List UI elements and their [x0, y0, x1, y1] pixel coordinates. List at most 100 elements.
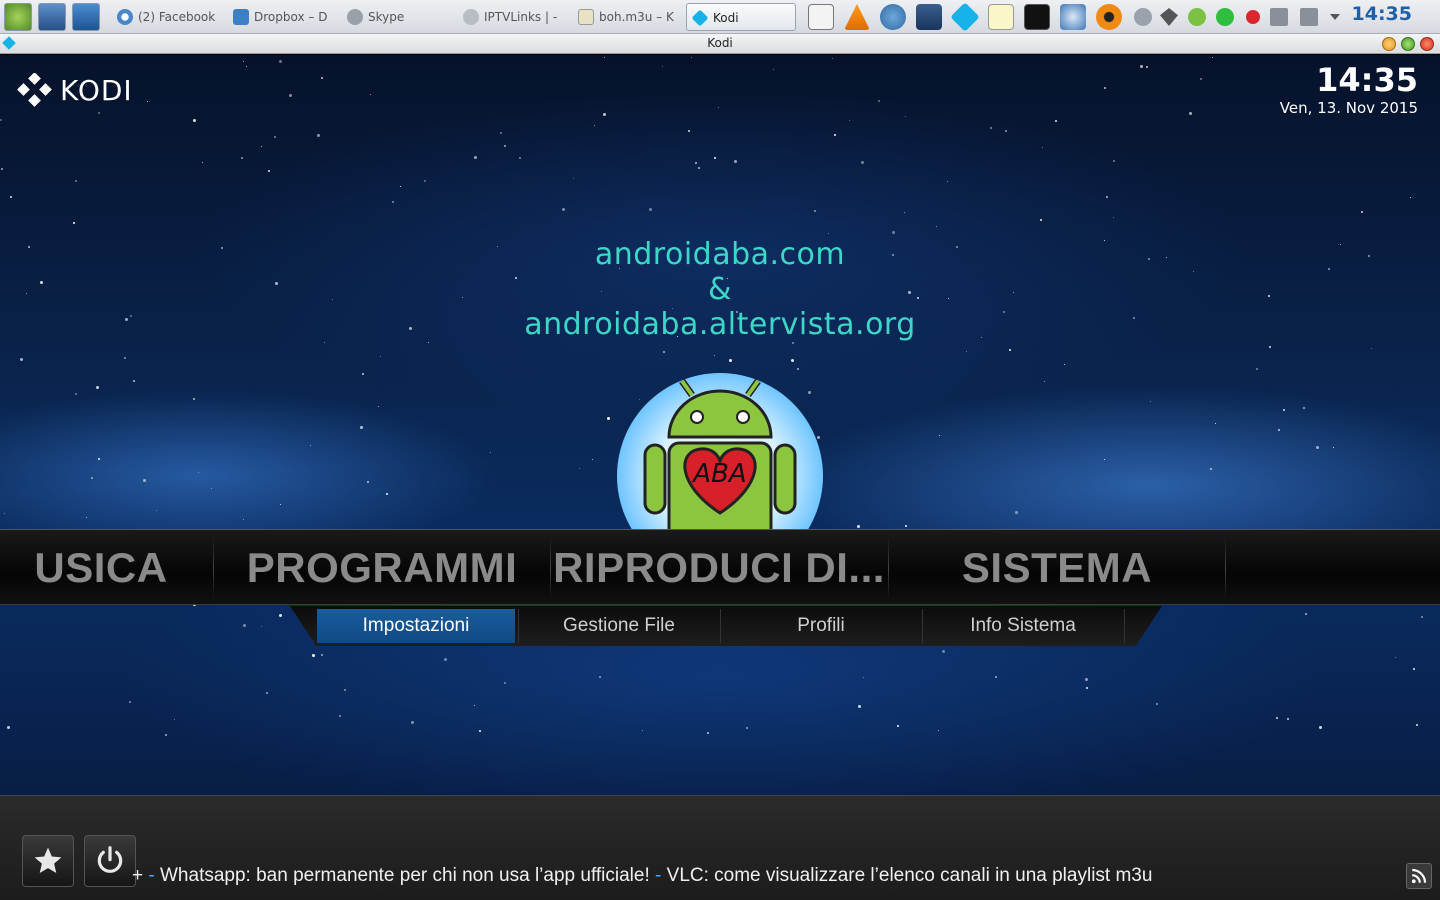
star-dot [173, 719, 175, 721]
star-dot [578, 468, 580, 470]
star-dot [1112, 160, 1115, 163]
star-dot [828, 232, 830, 234]
star-dot [518, 156, 521, 159]
task-iptvlinks[interactable]: IPTVLinks | - [458, 3, 563, 31]
star-dot [156, 510, 158, 512]
clock-date: Ven, 13. Nov 2015 [1279, 99, 1418, 117]
star-dot [86, 516, 88, 518]
maximize-button[interactable] [1401, 37, 1415, 51]
star-dot [861, 161, 865, 165]
star-dot [443, 657, 447, 661]
star-dot [7, 725, 11, 729]
star-dot [1315, 445, 1319, 449]
favourites-button[interactable] [22, 835, 74, 887]
star-dot [10, 195, 13, 198]
kodi-app: KODI 14:35 Ven, 13. Nov 2015 androidaba.… [0, 55, 1440, 900]
submenu-item-info-sistema[interactable]: Info Sistema [923, 609, 1123, 643]
star-dot [1256, 367, 1259, 370]
network-icon[interactable] [1300, 8, 1318, 26]
power-button[interactable] [84, 835, 136, 887]
star-dot [641, 730, 643, 732]
main-menu-item-riproduci-disco[interactable]: RIPRODUCI DI... [551, 530, 887, 606]
file-manager-icon[interactable] [72, 3, 100, 31]
star-dot [896, 725, 899, 728]
star-dot [489, 452, 491, 454]
dropbox-icon [233, 9, 249, 25]
main-menu-item-programmi[interactable]: PROGRAMMI [214, 530, 550, 606]
sync-icon[interactable] [1134, 8, 1152, 26]
star-icon [34, 847, 62, 873]
star-dot [904, 525, 907, 528]
kodi-tray-icon[interactable] [950, 2, 980, 32]
star-dot [1360, 210, 1363, 213]
dropbox-tray-icon[interactable] [1160, 8, 1178, 26]
submenu-item-impostazioni[interactable]: Impostazioni [317, 609, 515, 643]
chevron-down-icon[interactable] [1330, 14, 1340, 20]
star-dot [133, 379, 136, 382]
ticker-separator: - [148, 865, 155, 886]
star-dot [73, 221, 76, 224]
task-label: IPTVLinks | - [484, 10, 558, 24]
menu-divider [1225, 536, 1226, 600]
star-dot [1214, 422, 1216, 424]
main-menu-item-sistema[interactable]: SISTEMA [889, 530, 1225, 606]
aba-logo-text: ABA [693, 459, 747, 489]
star-dot [965, 351, 967, 353]
search-tool-icon[interactable] [1060, 4, 1086, 30]
mega-icon[interactable] [1246, 10, 1260, 24]
taskbar-clock[interactable]: 14:35 [1352, 3, 1412, 25]
notes-icon[interactable] [988, 4, 1014, 30]
star-dot [361, 373, 364, 376]
whatsapp-icon[interactable] [1216, 8, 1234, 26]
video-icon[interactable] [916, 4, 942, 30]
volume-icon[interactable] [1270, 8, 1288, 26]
window-title: Kodi [707, 36, 733, 50]
power-icon [97, 846, 123, 873]
star-dot [603, 56, 605, 58]
rss-icon[interactable] [1406, 863, 1432, 889]
kodi-logo-icon [17, 73, 52, 107]
star-dot [1113, 217, 1115, 219]
star-dot [848, 119, 850, 121]
star-dot [1305, 612, 1308, 615]
minimize-button[interactable] [1382, 37, 1396, 51]
vlc-icon[interactable] [844, 4, 870, 30]
star-dot [74, 180, 77, 183]
star-dot [1286, 718, 1289, 721]
notepad-icon[interactable] [808, 4, 834, 30]
rss-ticker[interactable]: + - Whatsapp: ban permanente per chi non… [132, 865, 1152, 887]
desktop-icon[interactable] [38, 3, 66, 31]
main-menu: USICA PROGRAMMI RIPRODUCI DI... SISTEMA [0, 529, 1440, 605]
task-skype[interactable]: Skype [342, 3, 447, 31]
submenu-item-profili[interactable]: Profili [721, 609, 921, 643]
task-kodi[interactable]: Kodi [686, 3, 796, 31]
task-dropbox[interactable]: Dropbox – D [228, 3, 333, 31]
star-dot [74, 393, 77, 396]
star-dot [1394, 657, 1396, 659]
star-dot [1210, 468, 1213, 471]
star-dot [814, 210, 817, 213]
check-icon[interactable] [1188, 8, 1206, 26]
start-menu-icon[interactable] [4, 3, 32, 31]
star-dot [729, 358, 733, 362]
terminal-icon[interactable] [1024, 4, 1050, 30]
submenu-item-gestione-file[interactable]: Gestione File [519, 609, 719, 643]
star-dot [242, 518, 244, 520]
star-dot [1055, 120, 1058, 123]
task-boh-m3u[interactable]: boh.m3u – K [573, 3, 678, 31]
star-dot [690, 57, 692, 59]
star-dot [98, 458, 101, 461]
star-dot [242, 623, 246, 627]
download-icon[interactable] [880, 4, 906, 30]
main-menu-item-musica[interactable]: USICA [0, 530, 202, 606]
eye-icon[interactable] [1096, 4, 1122, 30]
close-button[interactable] [1420, 37, 1434, 51]
star-dot [942, 650, 946, 654]
star-dot [95, 385, 99, 389]
star-dot [1105, 195, 1108, 198]
ticker-item: VLC: come visualizzare l’elenco canali i… [666, 865, 1153, 886]
star-dot [147, 101, 149, 103]
task-facebook[interactable]: (2) Facebook [112, 3, 222, 31]
window-titlebar[interactable]: Kodi [0, 34, 1440, 54]
star-dot [661, 65, 663, 67]
